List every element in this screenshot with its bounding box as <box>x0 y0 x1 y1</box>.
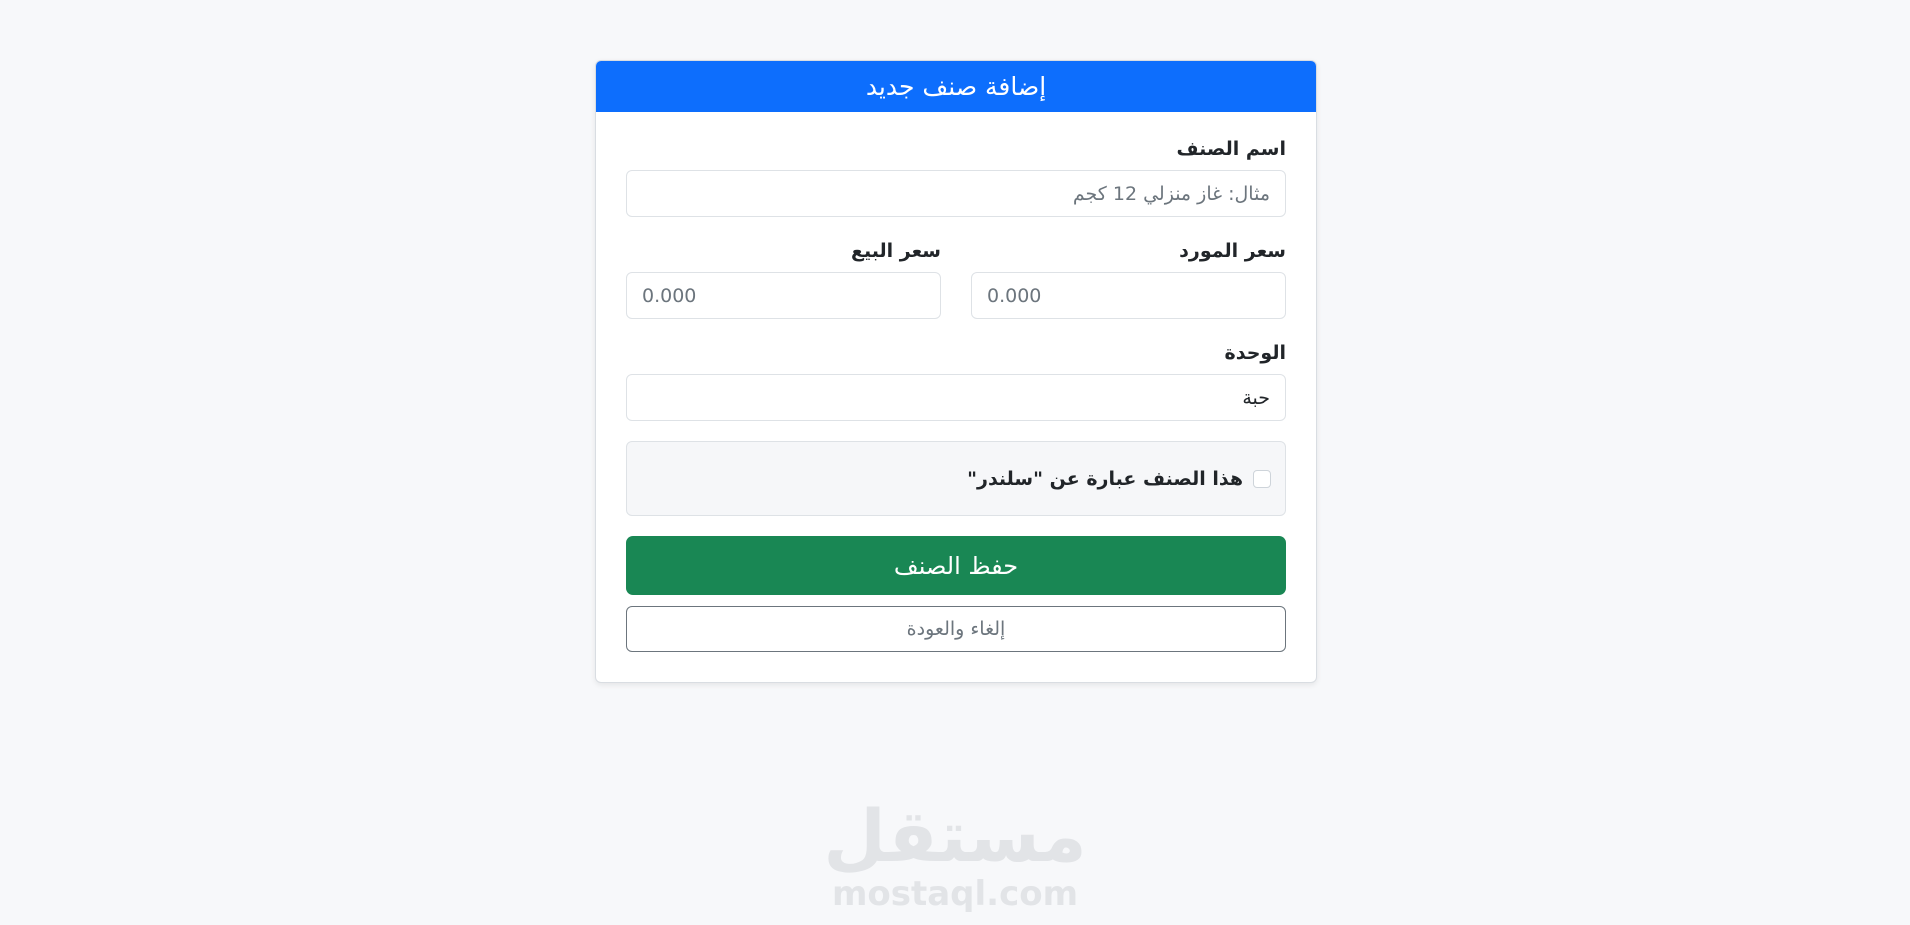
cylinder-option-box: هذا الصنف عبارة عن "سلندر" <box>626 441 1286 516</box>
cylinder-checkbox-label[interactable]: هذا الصنف عبارة عن "سلندر" <box>967 468 1243 490</box>
unit-label: الوحدة <box>1224 342 1286 364</box>
watermark-logo-text: مستقل <box>823 794 1087 878</box>
watermark-domain: mostaql.com <box>831 874 1079 914</box>
supplier-price-group: سعر المورد <box>971 239 1286 319</box>
item-name-input[interactable] <box>626 170 1286 217</box>
mostaql-watermark: مستقل mostaql.com <box>800 792 1110 914</box>
sale-price-input[interactable] <box>626 272 941 319</box>
item-name-group: اسم الصنف <box>626 137 1286 217</box>
unit-group: الوحدة <box>626 341 1286 421</box>
prices-row: سعر المورد سعر البيع <box>626 239 1286 319</box>
supplier-price-label: سعر المورد <box>1179 240 1286 262</box>
sale-price-group: سعر البيع <box>626 239 941 319</box>
add-item-form: اسم الصنف سعر المورد سعر البيع الوحدة هذ… <box>596 112 1316 682</box>
cancel-back-button[interactable]: إلغاء والعودة <box>626 606 1286 652</box>
save-item-button[interactable]: حفظ الصنف <box>626 536 1286 595</box>
cylinder-checkbox[interactable] <box>1253 469 1271 488</box>
sale-price-label: سعر البيع <box>851 240 941 262</box>
supplier-price-input[interactable] <box>971 272 1286 319</box>
card-title: إضافة صنف جديد <box>596 61 1316 112</box>
unit-input[interactable] <box>626 374 1286 421</box>
add-item-card: إضافة صنف جديد اسم الصنف سعر المورد سعر … <box>595 60 1317 683</box>
item-name-label: اسم الصنف <box>1176 138 1286 160</box>
